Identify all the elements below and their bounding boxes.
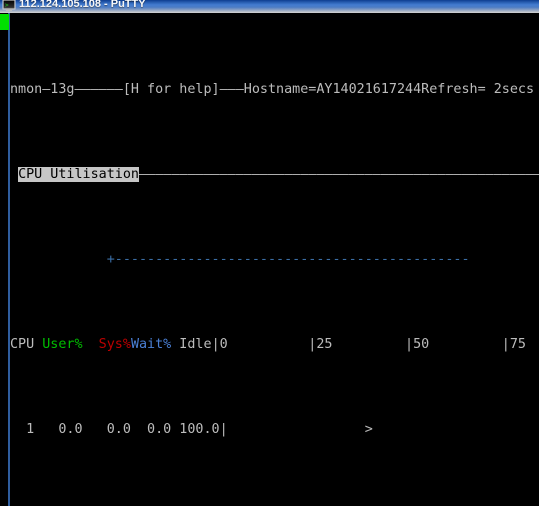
window-titlebar[interactable]: > 112.124.105.108 - PuTTY [0, 0, 539, 13]
cpu-row-user: 0.0 [42, 422, 83, 437]
terminal-cursor [0, 14, 9, 30]
terminal-screen[interactable]: nmon—13g——————[H for help]———Hostname=AY… [0, 13, 539, 506]
terminal-text-grid: nmon—13g——————[H for help]———Hostname=AY… [10, 13, 539, 506]
cpu-row-wait: 0.0 [130, 422, 172, 437]
cpu-section-header: CPU Utilisation—————————————————————————… [10, 166, 539, 183]
cpu-col-idle: Idle [171, 337, 212, 352]
cpu-col-sys: Sys% [90, 337, 131, 352]
putty-terminal-icon: > [2, 0, 16, 11]
cpu-section-title: CPU Utilisation [18, 167, 139, 182]
cpu-title-rule: ————————————————————————————————————————… [139, 167, 539, 182]
svg-text:>: > [5, 2, 9, 9]
cpu-row: 1 0.0 0.0 0.0 100.0| > [10, 421, 539, 438]
cpu-col-wait: Wait% [130, 337, 172, 352]
cpu-scale-ticks: |0 |25 |50 |75 [211, 337, 526, 352]
cpu-row-idle: 100.0 [171, 422, 220, 437]
cpu-column-headers: CPU User% Sys%Wait% Idle|0 |25 |50 |75 [10, 336, 539, 353]
cpu-col-cpu: CPU [10, 337, 35, 352]
nmon-header-text: nmon—13g——————[H for help]———Hostname=AY… [10, 82, 539, 97]
nmon-header-row: nmon—13g——————[H for help]———Hostname=AY… [10, 81, 539, 98]
cpu-scale-top: +---------------------------------------… [10, 252, 470, 267]
window-title: 112.124.105.108 - PuTTY [19, 0, 146, 10]
cpu-row-bar: | > [219, 422, 373, 437]
cpu-row-sys: 0.0 [90, 422, 131, 437]
cpu-col-user: User% [42, 337, 83, 352]
putty-window: > 112.124.105.108 - PuTTY nmon—13g——————… [0, 0, 539, 506]
cpu-row-id: 1 [10, 422, 35, 437]
